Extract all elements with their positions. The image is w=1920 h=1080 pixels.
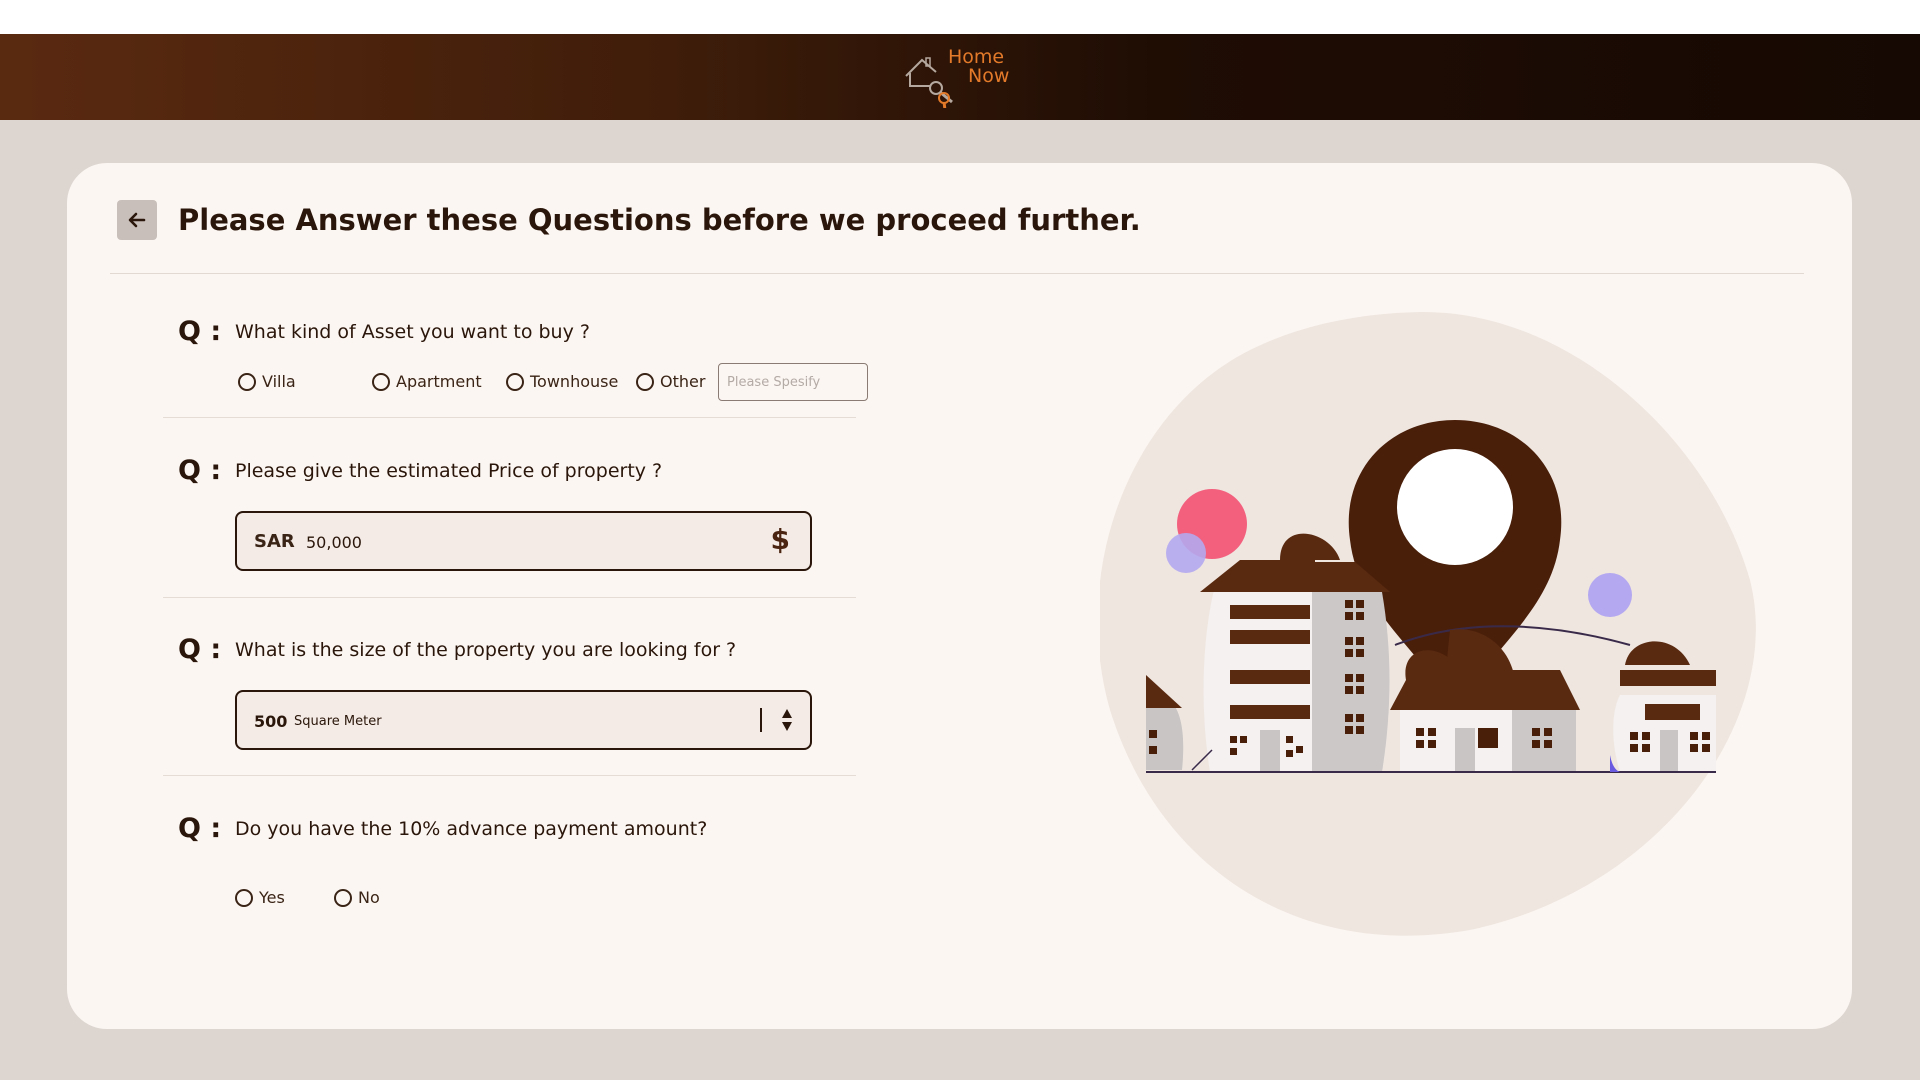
radio-button[interactable] (636, 372, 654, 391)
radio-button[interactable] (235, 888, 253, 907)
radio-button[interactable] (506, 372, 524, 391)
option-other[interactable]: Other (636, 372, 705, 391)
option-no[interactable]: No (334, 888, 380, 907)
option-villa[interactable]: Villa (238, 372, 296, 391)
dollar-icon: $ (770, 523, 790, 556)
radio-button[interactable] (334, 888, 352, 907)
question-divider (163, 417, 856, 418)
header-bar: Home Now (0, 34, 1920, 120)
question-divider (163, 775, 856, 776)
back-button[interactable] (117, 200, 157, 240)
size-select[interactable]: 500 Square Meter (235, 690, 812, 750)
other-specify-input[interactable] (718, 363, 868, 401)
price-value: 50,000 (306, 533, 362, 552)
sort-arrows-icon[interactable] (780, 706, 794, 734)
currency-label: SAR (254, 531, 295, 552)
radio-button[interactable] (238, 372, 256, 391)
question-label: Q : (178, 813, 222, 844)
option-apartment[interactable]: Apartment (372, 372, 482, 391)
option-label: Villa (262, 372, 296, 391)
title-divider (110, 273, 1804, 274)
option-label: Townhouse (530, 372, 619, 391)
option-yes[interactable]: Yes (235, 888, 285, 907)
size-unit: Square Meter (294, 714, 382, 729)
size-value: 500 (254, 712, 288, 731)
question-label: Q : (178, 455, 222, 486)
option-label: No (358, 888, 380, 907)
question-text: What is the size of the property you are… (235, 639, 737, 661)
top-strip (0, 0, 1920, 34)
option-label: Yes (259, 888, 285, 907)
radio-button[interactable] (372, 372, 390, 391)
question-text: Please give the estimated Price of prope… (235, 460, 663, 482)
question-text: What kind of Asset you want to buy ? (235, 321, 590, 343)
page-title: Please Answer these Questions before we … (178, 203, 1141, 237)
real-estate-illustration (1100, 311, 1756, 936)
option-label: Apartment (396, 372, 482, 391)
question-label: Q : (178, 316, 222, 347)
question-divider (163, 597, 856, 598)
price-input[interactable]: SAR 50,000 $ (235, 511, 812, 571)
question-text: Do you have the 10% advance payment amou… (235, 818, 708, 840)
arrow-left-icon (128, 212, 146, 228)
option-townhouse[interactable]: Townhouse (506, 372, 618, 391)
home-now-logo[interactable]: Home Now (902, 46, 1022, 108)
question-label: Q : (178, 634, 222, 665)
select-separator (760, 708, 762, 732)
option-label: Other (660, 372, 706, 391)
logo-text-now: Now (968, 65, 1010, 87)
